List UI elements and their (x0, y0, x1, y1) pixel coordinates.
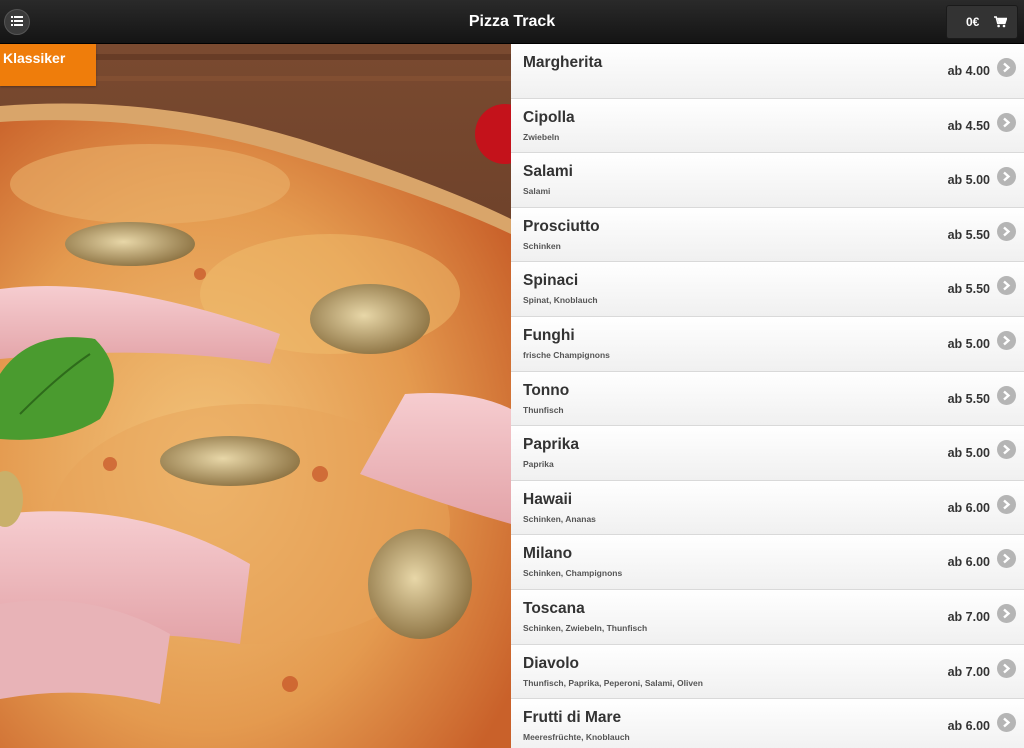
menu-item[interactable]: Hawaii Schinken, Ananas ab 6.00 (511, 480, 1024, 536)
menu-item[interactable]: Funghi frische Champignons ab 5.00 (511, 316, 1024, 372)
app-title: Pizza Track (468, 13, 556, 30)
item-name: Spinaci (523, 272, 579, 290)
item-description: Schinken, Champignons (523, 568, 623, 579)
item-description: frische Champignons (523, 349, 610, 360)
item-name: Diavolo (523, 654, 579, 672)
chevron-right-icon[interactable] (997, 167, 1016, 187)
item-description: Schinken, Zwiebeln, Thunfisch (523, 622, 648, 633)
item-description: Zwiebeln (523, 131, 560, 142)
item-price: ab 4.00 (947, 64, 990, 78)
chevron-right-icon[interactable] (997, 549, 1016, 569)
item-name: Salami (523, 163, 573, 181)
chevron-right-icon[interactable] (997, 713, 1016, 733)
menu-item[interactable]: Spinaci Spinat, Knoblauch ab 5.50 (511, 262, 1024, 317)
menu-item[interactable]: Frutti di Mare Meeresfrüchte, Knoblauch ab… (511, 699, 1024, 748)
pizza-photo (0, 44, 511, 748)
item-name: Hawaii (523, 490, 573, 508)
pizza-list: Margherita ab 4.00 Cipolla Zwiebeln ab 4.50 S… (511, 44, 1024, 748)
cart-total: 0€ (966, 15, 980, 29)
shopping-cart-icon (994, 16, 1007, 28)
item-price: ab 5.50 (947, 391, 990, 406)
item-description: Meeresfrüchte, Knoblauch (523, 732, 630, 743)
category-tab-klassiker[interactable]: Klassiker (0, 44, 96, 86)
item-description: Paprika (523, 459, 554, 470)
item-name: Funghi (523, 326, 575, 344)
item-name: Frutti di Mare (523, 709, 622, 727)
item-name: Toscana (523, 599, 585, 617)
chevron-right-icon[interactable] (997, 276, 1016, 296)
menu-item[interactable]: Paprika Paprika ab 5.00 (511, 426, 1024, 481)
item-price: ab 7.00 (947, 664, 990, 679)
item-description: Thunfisch, Paprika, Peperoni, Salami, Ol… (523, 677, 703, 688)
item-name: Paprika (523, 436, 580, 454)
item-name: Tonno (523, 381, 570, 399)
list-icon (11, 13, 23, 31)
menu-item[interactable]: Toscana Schinken, Zwiebeln, Thunfisch ab 7… (511, 589, 1024, 645)
item-price: ab 5.50 (947, 227, 990, 242)
item-price: ab 7.00 (947, 609, 990, 624)
item-description: Schinken, Ananas (523, 513, 596, 524)
menu-button[interactable] (4, 9, 30, 35)
item-price: ab 5.00 (947, 336, 990, 351)
item-price: ab 4.50 (947, 118, 990, 133)
chevron-right-icon[interactable] (997, 330, 1016, 350)
chevron-right-icon[interactable] (997, 658, 1016, 678)
top-bar: Pizza Track 0€ (0, 0, 1024, 44)
menu-item[interactable]: Salami Salami ab 5.00 (511, 153, 1024, 208)
chevron-right-icon[interactable] (997, 221, 1016, 241)
chevron-right-icon[interactable] (997, 58, 1016, 77)
item-price: ab 6.00 (947, 500, 990, 515)
menu-item[interactable]: Prosciutto Schinken ab 5.50 (511, 207, 1024, 263)
item-name: Milano (523, 545, 573, 563)
cart-button[interactable]: 0€ (946, 5, 1018, 39)
item-price: ab 5.50 (947, 282, 990, 297)
item-price: ab 5.00 (947, 173, 990, 188)
item-description: Spinat, Knoblauch (523, 295, 598, 306)
item-description: Salami (523, 186, 551, 197)
menu-item[interactable]: Diavolo Thunfisch, Paprika, Peperoni, Sal… (511, 644, 1024, 700)
chevron-right-icon[interactable] (997, 112, 1016, 132)
menu-item[interactable]: Tonno Thunfisch ab 5.50 (511, 371, 1024, 427)
chevron-right-icon[interactable] (997, 494, 1016, 514)
item-price: ab 6.00 (947, 719, 990, 734)
item-description: Thunfisch (523, 404, 564, 415)
item-name: Cipolla (523, 108, 575, 126)
menu-item[interactable]: Margherita ab 4.00 (511, 44, 1024, 99)
item-price: ab 5.00 (947, 446, 990, 461)
item-price: ab 6.00 (947, 555, 990, 570)
chevron-right-icon[interactable] (997, 440, 1016, 460)
menu-item[interactable]: Milano Schinken, Champignons ab 6.00 (511, 535, 1024, 590)
menu-item[interactable]: Cipolla Zwiebeln ab 4.50 (511, 98, 1024, 154)
item-description: Schinken (523, 240, 561, 251)
item-name: Margherita (523, 54, 603, 71)
chevron-right-icon[interactable] (997, 603, 1016, 623)
item-name: Prosciutto (523, 217, 600, 235)
chevron-right-icon[interactable] (997, 385, 1016, 405)
